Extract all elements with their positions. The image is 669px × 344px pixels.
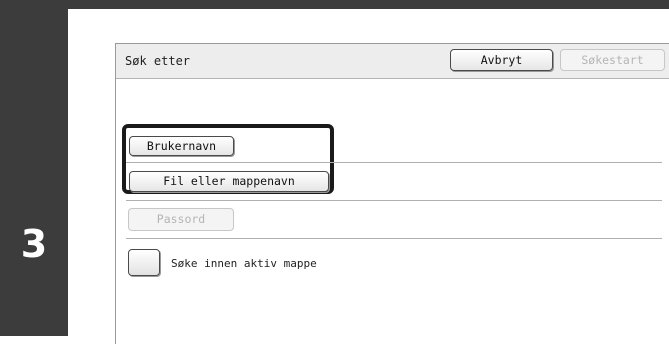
step-number: 3 [20, 222, 48, 266]
page-title: Søk etter [125, 54, 191, 68]
file-folder-name-button[interactable]: Fil eller mappenavn [129, 171, 329, 192]
active-folder-checkbox[interactable] [128, 249, 160, 276]
cancel-button[interactable]: Avbryt [450, 49, 553, 71]
active-folder-checkbox-label: Søke innen aktiv mappe [171, 257, 317, 270]
top-bar [0, 0, 669, 9]
panel-header: Søk etter Avbryt Søkestart [116, 44, 669, 79]
step-column [0, 9, 68, 336]
divider [126, 238, 662, 239]
search-panel: Søk etter Avbryt Søkestart Brukernavn Fi… [115, 43, 669, 344]
password-button[interactable]: Passord [128, 208, 234, 231]
divider [126, 162, 662, 163]
username-button[interactable]: Brukernavn [129, 136, 234, 156]
divider [126, 200, 662, 201]
search-start-button[interactable]: Søkestart [560, 49, 665, 71]
